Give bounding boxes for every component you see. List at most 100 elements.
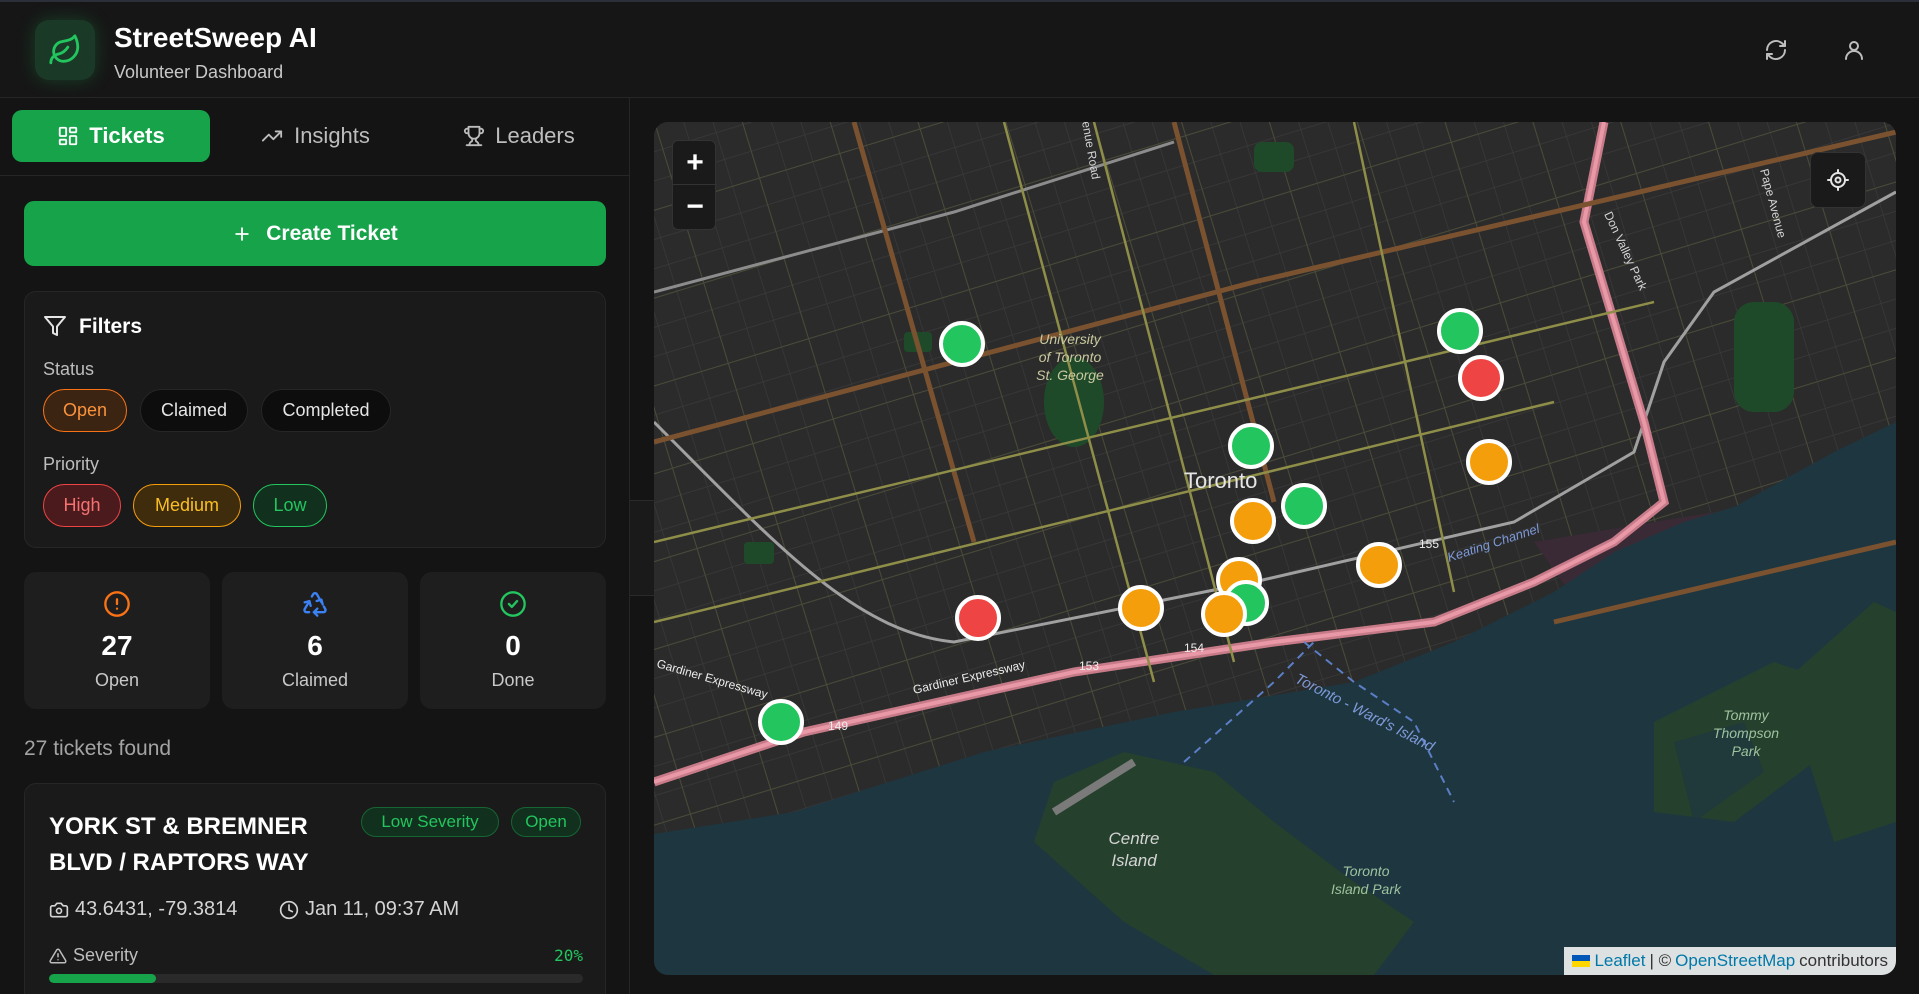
label-university-2: of Toronto xyxy=(1039,349,1102,365)
ticket-marker[interactable] xyxy=(939,321,985,367)
stat-open-value: 27 xyxy=(101,630,133,661)
ticket-location: 43.6431, -79.3814 xyxy=(49,898,237,921)
ticket-marker[interactable] xyxy=(1201,591,1247,637)
alert-circle-icon xyxy=(104,591,130,617)
severity-bar-fill xyxy=(49,974,156,983)
priority-label: Priority xyxy=(43,454,100,474)
ticket-marker[interactable] xyxy=(1356,542,1402,588)
filters-title: Filters xyxy=(79,315,143,338)
tab-leaders[interactable]: Leaders xyxy=(420,110,618,162)
grid-icon xyxy=(59,126,78,146)
stat-claimed-label: Claimed xyxy=(281,670,349,690)
leaflet-link[interactable]: Leaflet xyxy=(1594,951,1645,971)
label-route-155: 155 xyxy=(1419,537,1439,551)
label-route-154: 154 xyxy=(1184,641,1204,655)
ticket-time: Jan 11, 09:37 AM xyxy=(279,898,459,921)
label-route-153: 153 xyxy=(1079,659,1099,673)
ticket-marker[interactable] xyxy=(1458,355,1504,401)
label-tommy-2: Thompson xyxy=(1713,725,1779,741)
tab-tickets[interactable]: Tickets xyxy=(12,110,210,162)
warning-icon xyxy=(49,947,67,963)
tab-leaders-label: Leaders xyxy=(495,123,575,148)
label-centre-island-1: Centre xyxy=(1108,829,1159,848)
status-chip-open[interactable]: Open xyxy=(43,389,127,432)
severity-badge: Low Severity xyxy=(361,807,499,837)
label-tommy-3: Park xyxy=(1732,743,1762,759)
priority-chip-low[interactable]: Low xyxy=(253,484,327,527)
recycle-icon xyxy=(303,592,327,617)
ticket-marker[interactable] xyxy=(955,595,1001,641)
stat-claimed-value: 6 xyxy=(307,630,323,661)
label-toronto: Toronto xyxy=(1184,468,1257,493)
stat-claimed: 6 Claimed xyxy=(222,572,408,709)
camera-icon xyxy=(49,902,69,917)
user-icon xyxy=(1845,41,1863,60)
tab-bar: Tickets Insights Leaders xyxy=(0,98,629,176)
ticket-timestamp: Jan 11, 09:37 AM xyxy=(305,898,460,920)
app-subtitle: Volunteer Dashboard xyxy=(114,62,284,82)
ticket-marker[interactable] xyxy=(1437,308,1483,354)
status-label: Status xyxy=(43,359,95,379)
label-island-park-2: Island Park xyxy=(1331,881,1402,897)
clock-icon xyxy=(279,900,299,919)
ticket-coords: 43.6431, -79.3814 xyxy=(75,898,238,920)
check-circle-icon xyxy=(500,591,526,617)
tab-tickets-label: Tickets xyxy=(89,123,165,148)
attribution-contributors: contributors xyxy=(1799,951,1888,970)
ticket-marker[interactable] xyxy=(1466,439,1512,485)
profile-button[interactable] xyxy=(1836,32,1872,68)
ticket-marker[interactable] xyxy=(1118,585,1164,631)
severity-value: 20% xyxy=(554,946,583,965)
label-university-3: St. George xyxy=(1036,367,1104,383)
severity-bar xyxy=(49,974,583,983)
stat-done: 0 Done xyxy=(420,572,606,709)
map-attribution: Leaflet | © OpenStreetMap contributors xyxy=(1564,947,1896,975)
stat-open: 27 Open xyxy=(24,572,210,709)
zoom-out-button[interactable]: − xyxy=(673,185,717,229)
zoom-control: + − xyxy=(672,140,717,230)
plus-icon xyxy=(235,226,249,241)
crosshair-icon xyxy=(1827,169,1849,191)
trend-icon xyxy=(261,130,283,142)
sidebar: Tickets Insights Leaders Create Ticket F… xyxy=(0,98,630,994)
trophy-icon xyxy=(464,125,485,147)
locate-me-button[interactable] xyxy=(1810,152,1866,208)
filters-panel: Filters Status Open Claimed Completed Pr… xyxy=(24,291,606,548)
status-chip-completed[interactable]: Completed xyxy=(261,389,391,432)
label-university-1: University xyxy=(1039,331,1101,347)
label-route-149: 149 xyxy=(828,719,848,733)
ticket-title: YORK ST & BREMNER BLVD / RAPTORS WAY xyxy=(49,813,309,876)
app-header: StreetSweep AI Volunteer Dashboard xyxy=(0,0,1919,98)
zoom-in-button[interactable]: + xyxy=(673,141,717,185)
priority-chip-high[interactable]: High xyxy=(43,484,121,527)
priority-chip-medium[interactable]: Medium xyxy=(133,484,241,527)
label-island-park-1: Toronto xyxy=(1343,863,1390,879)
ticket-marker[interactable] xyxy=(1230,498,1276,544)
create-ticket-label: Create Ticket xyxy=(266,221,398,245)
ticket-marker[interactable] xyxy=(1228,423,1274,469)
refresh-icon xyxy=(1766,40,1786,60)
stat-done-value: 0 xyxy=(505,630,521,661)
leaf-icon xyxy=(35,20,95,80)
map-canvas[interactable]: Toronto University of Toronto St. George… xyxy=(654,122,1896,975)
filter-icon xyxy=(44,316,66,336)
status-chip-claimed[interactable]: Claimed xyxy=(140,389,248,432)
severity-label: Severity xyxy=(73,945,139,965)
osm-link[interactable]: OpenStreetMap xyxy=(1675,951,1795,971)
app-title: StreetSweep AI xyxy=(114,22,317,53)
tab-insights[interactable]: Insights xyxy=(220,110,410,162)
ticket-marker[interactable] xyxy=(758,699,804,745)
ticket-card[interactable]: YORK ST & BREMNER BLVD / RAPTORS WAY Low… xyxy=(24,783,606,994)
ukraine-flag-icon xyxy=(1572,955,1591,967)
status-badge: Open xyxy=(511,807,581,837)
refresh-button[interactable] xyxy=(1758,32,1794,68)
severity-row: Severity xyxy=(49,945,138,966)
create-ticket-button[interactable]: Create Ticket xyxy=(24,201,606,266)
label-centre-island-2: Island xyxy=(1111,851,1157,870)
stat-done-label: Done xyxy=(491,670,535,690)
ticket-marker[interactable] xyxy=(1281,483,1327,529)
stat-open-label: Open xyxy=(94,670,140,690)
label-tommy-1: Tommy xyxy=(1723,707,1769,723)
map[interactable]: Toronto University of Toronto St. George… xyxy=(654,122,1896,975)
tickets-found-count: 27 tickets found xyxy=(24,737,172,760)
